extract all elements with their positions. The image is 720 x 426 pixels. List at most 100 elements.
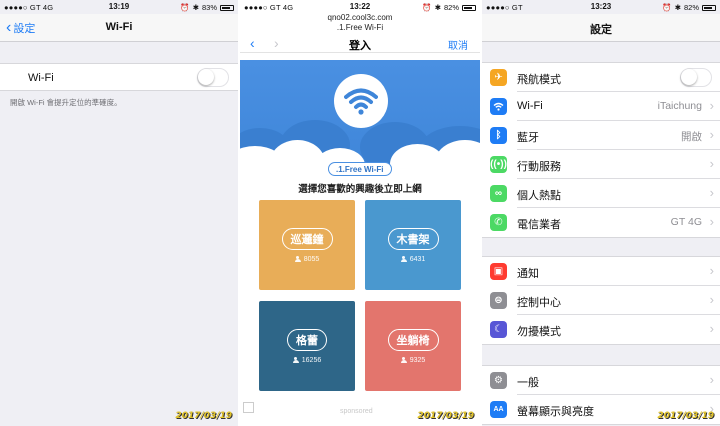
settings-row-wifi[interactable]: Wi-Fi iTaichung › [482,92,720,121]
location-hint: 開啟 Wi-Fi 會提升定位的準確度。 [10,98,122,107]
status-bar: ●●●●○ GT 4G 13:19 ⏰ ✱ 83% [0,0,238,14]
wifi-toggle[interactable] [197,68,229,87]
row-label: Wi-Fi [517,100,543,112]
airplane-toggle[interactable] [680,68,712,87]
settings-row-airplane[interactable]: ✈ 飛航模式 [482,63,720,92]
interest-tile[interactable]: 木書架 6431 [365,200,461,290]
person-icon [294,255,301,263]
captive-portal-screen: ●●●●○ GT 4G 13:22 ⏰ ✱ 82% qno02.cool3c.c… [240,0,480,426]
date-stamp: 2017/03/19 [657,411,714,421]
row-value: GT 4G [670,216,702,228]
battery-percent: 82% [443,3,459,12]
bluetooth-status-icon: ✱ [192,3,199,12]
gear-icon: ⚙ [490,372,507,389]
alarm-icon: ⏰ [180,3,190,12]
page-title: 登入 [349,40,371,52]
settings-row-cellular[interactable]: ((•)) 行動服務 › [482,150,720,179]
network-name: .1.Free Wi-Fi [336,23,384,32]
settings-group-notifications: ▣ 通知 › ⊜ 控制中心 › ☾ 勿擾模式 › [482,256,720,345]
chevron-right-icon: › [709,214,714,229]
settings-group-connectivity: ✈ 飛航模式 Wi-Fi iTaichung › ᛒ 藍牙 開啟 › ((•))… [482,62,720,238]
row-label: 控制中心 [517,297,561,309]
wifi-row: Wi-Fi [0,63,238,91]
page-title: Wi-Fi [105,21,133,33]
chevron-right-icon: › [709,127,714,142]
battery-icon [220,4,234,11]
tile-count: 6431 [409,255,426,263]
chevron-right-icon: › [709,321,714,336]
network-badge: .1.Free Wi-Fi [328,162,392,176]
tile-label: 坐躺椅 [387,328,439,351]
wifi-icon [490,98,507,115]
row-value: iTaichung [657,100,702,112]
alarm-icon: ⏰ [662,3,672,12]
chevron-right-icon: › [709,156,714,171]
settings-row-notifications[interactable]: ▣ 通知 › [482,257,720,286]
checkbox[interactable] [243,402,254,413]
row-label: 螢幕顯示與亮度 [517,406,594,418]
person-icon [400,356,407,364]
settings-row-do-not-disturb[interactable]: ☾ 勿擾模式 › [482,315,720,344]
bluetooth-icon: ᛒ [490,127,507,144]
date-stamp: 2017/03/19 [417,411,474,421]
tile-count: 16256 [301,356,322,364]
settings-row-general[interactable]: ⚙ 一般 › [482,366,720,395]
battery-icon [702,4,716,11]
settings-row-control-center[interactable]: ⊜ 控制中心 › [482,286,720,315]
settings-row-hotspot[interactable]: ∞ 個人熱點 › [482,179,720,208]
chevron-right-icon: › [709,185,714,200]
wifi-settings-screen: ●●●●○ GT 4G 13:19 ⏰ ✱ 83% ‹ 設定 Wi-Fi Wi-… [0,0,238,426]
row-value: 開啟 [681,131,702,143]
notifications-icon: ▣ [490,263,507,280]
row-label: 飛航模式 [517,74,561,86]
cancel-button[interactable]: 取消 [448,37,468,52]
chevron-right-icon: › [709,372,714,387]
tile-count: 9325 [409,356,426,364]
tile-label: 巡邏鐘 [281,227,333,250]
alarm-icon: ⏰ [422,3,432,12]
tile-label: 木書架 [387,227,439,250]
row-label: 藍牙 [517,132,539,144]
bluetooth-status-icon: ✱ [674,3,681,12]
battery-icon [462,4,476,11]
chevron-right-icon: › [709,292,714,307]
nav-bar: 設定 [482,14,720,42]
interest-tile[interactable]: 格蕾 16256 [259,301,355,391]
url-host: qno02.cool3c.com [327,13,393,22]
battery-percent: 83% [201,3,217,12]
row-label: 行動服務 [517,161,561,173]
settings-screen: ●●●●○ GT 13:23 ⏰ ✱ 82% 設定 ✈ 飛航模式 Wi-Fi i… [482,0,720,426]
nav-bar: ‹ 設定 Wi-Fi [0,14,238,42]
battery-percent: 82% [683,3,699,12]
instruction-text: 選擇您喜歡的興趣後立即上網 [298,184,422,195]
control-center-icon: ⊜ [490,292,507,309]
settings-row-carrier[interactable]: ✆ 電信業者 GT 4G › [482,208,720,237]
phone-icon: ✆ [490,214,507,231]
interest-tile[interactable]: 坐躺椅 9325 [365,301,461,391]
row-label: 一般 [517,377,539,389]
nav-bar: ‹ › 登入 取消 [240,33,480,53]
url-display: qno02.cool3c.com .1.Free Wi-Fi [240,13,480,33]
row-label: 個人熱點 [517,190,561,202]
tile-label: 格蕾 [287,328,327,351]
bluetooth-status-icon: ✱ [434,3,441,12]
hotspot-icon: ∞ [490,185,507,202]
status-bar: ●●●●○ GT 4G 13:22 ⏰ ✱ 82% [240,0,480,14]
row-label: 電信業者 [517,219,561,231]
row-label: 通知 [517,268,539,280]
tile-count: 8055 [303,255,320,263]
hero-banner [240,60,480,168]
person-icon [292,356,299,364]
settings-row-bluetooth[interactable]: ᛒ 藍牙 開啟 › [482,121,720,150]
sponsored-label: sponsored [340,408,373,415]
person-icon [400,255,407,263]
moon-icon: ☾ [490,321,507,338]
cellular-icon: ((•)) [490,156,507,173]
wifi-logo-icon [334,74,388,128]
chevron-right-icon: › [709,98,714,113]
interest-tile[interactable]: 巡邏鐘 8055 [259,200,355,290]
display-icon: AA [490,401,507,418]
wifi-label: Wi-Fi [28,72,54,84]
row-label: 勿擾模式 [517,326,561,338]
date-stamp: 2017/03/19 [175,411,232,421]
